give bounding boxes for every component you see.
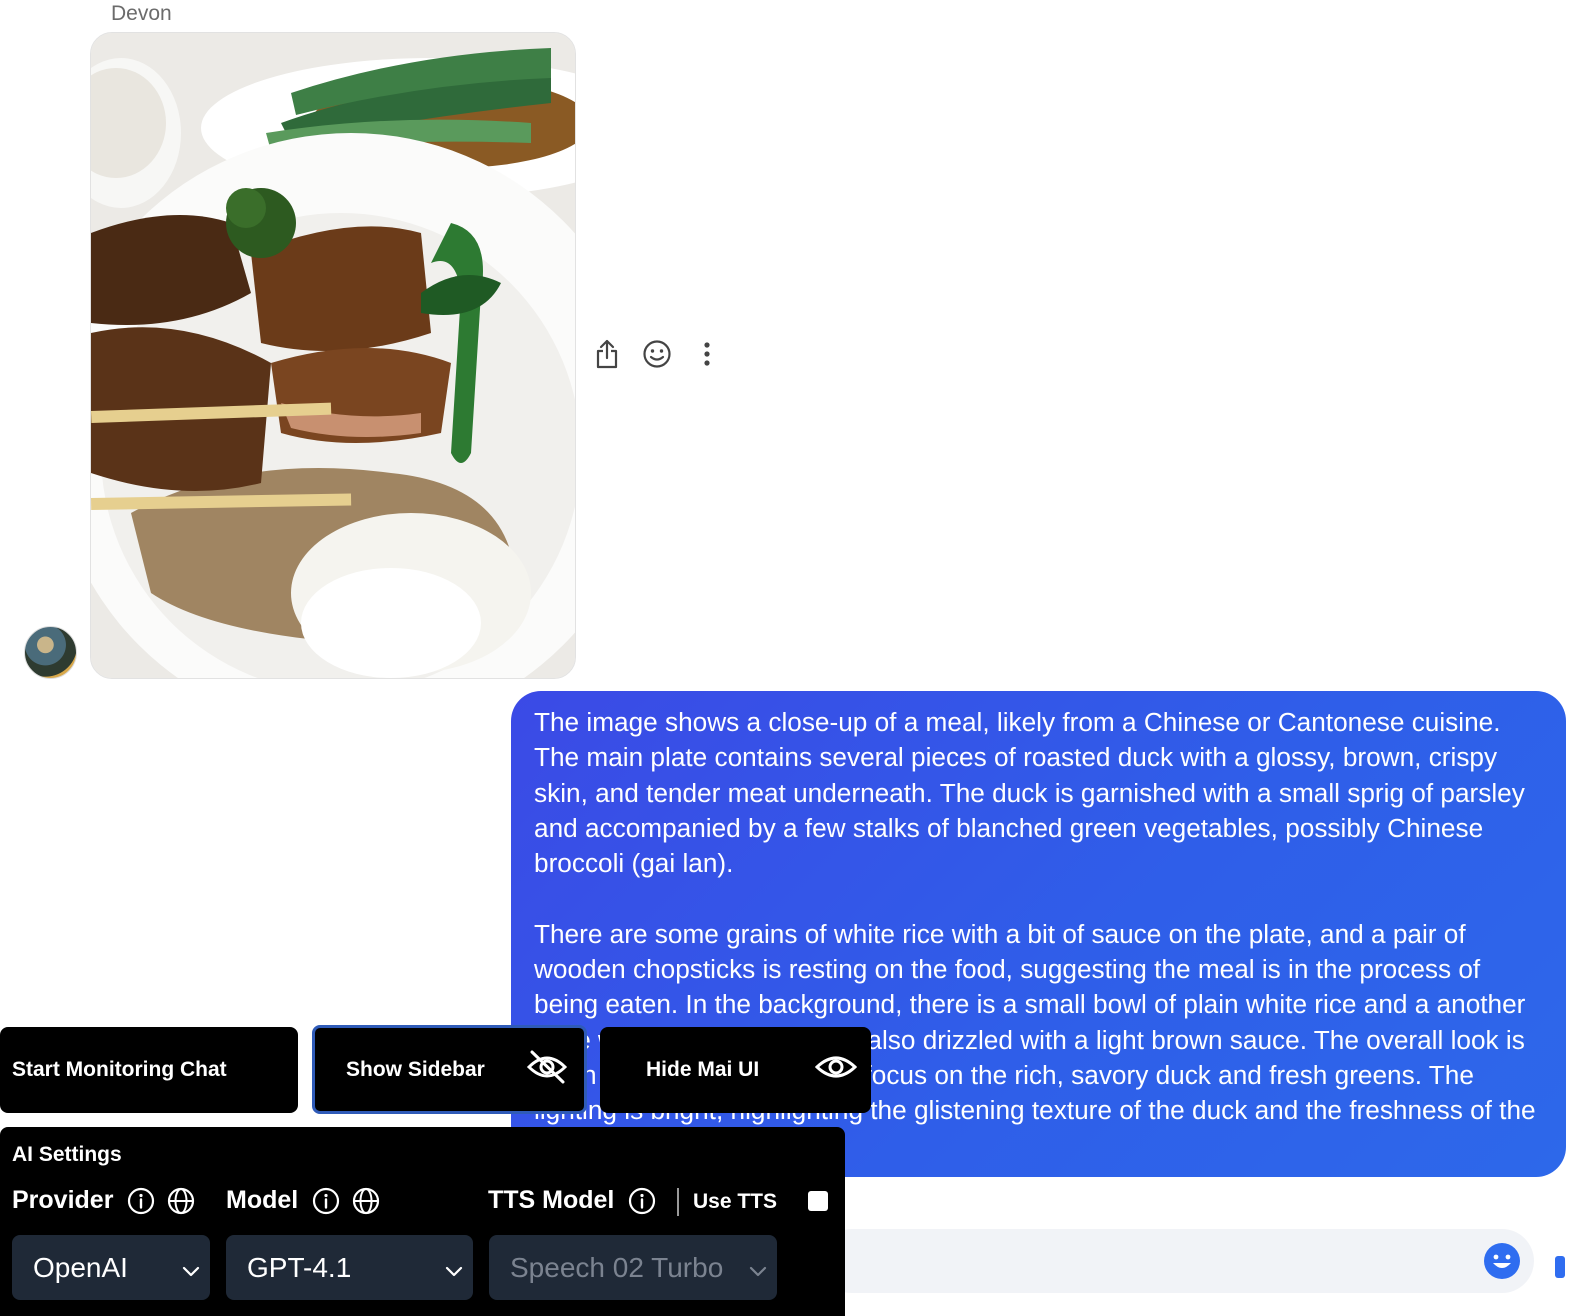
chevron-down-icon <box>443 1257 465 1289</box>
meal-photo-illustration <box>91 33 575 678</box>
model-value: GPT-4.1 <box>247 1251 352 1283</box>
sender-name: Devon <box>111 2 172 25</box>
provider-select[interactable]: OpenAI <box>12 1235 210 1300</box>
start-monitoring-button[interactable]: Start Monitoring Chat <box>0 1027 298 1113</box>
eye-off-icon <box>526 1049 568 1091</box>
model-label-group: Model <box>226 1186 380 1215</box>
shared-photo[interactable] <box>90 32 576 679</box>
send-button[interactable] <box>1555 1256 1565 1278</box>
show-sidebar-label: Show Sidebar <box>346 1057 485 1081</box>
emoji-react-icon[interactable] <box>642 336 672 372</box>
message-composer[interactable] <box>820 1229 1534 1293</box>
reply-paragraph: The image shows a close-up of a meal, li… <box>534 707 1525 879</box>
globe-icon[interactable] <box>167 1187 195 1215</box>
tts-model-label: TTS Model <box>488 1186 615 1214</box>
more-options-icon[interactable] <box>692 336 722 372</box>
tts-model-select[interactable]: Speech 02 Turbo <box>489 1235 777 1300</box>
hide-mai-ui-button[interactable]: Hide Mai UI <box>600 1027 871 1113</box>
chevron-down-icon <box>747 1257 769 1289</box>
provider-value: OpenAI <box>33 1251 128 1283</box>
use-tts-label: Use TTS <box>693 1190 778 1213</box>
start-monitoring-label: Start Monitoring Chat <box>12 1058 227 1081</box>
use-tts-checkbox[interactable] <box>808 1191 828 1211</box>
show-sidebar-button[interactable]: Show Sidebar <box>312 1025 587 1114</box>
tts-model-value: Speech 02 Turbo <box>510 1251 724 1283</box>
provider-label: Provider <box>12 1186 114 1214</box>
info-icon[interactable] <box>127 1187 155 1215</box>
share-icon[interactable] <box>592 336 622 372</box>
model-label: Model <box>226 1186 299 1214</box>
info-icon[interactable] <box>312 1187 340 1215</box>
chevron-down-icon <box>180 1257 202 1289</box>
tts-model-label-group: TTS Model <box>488 1186 656 1215</box>
info-icon[interactable] <box>628 1187 656 1215</box>
globe-icon[interactable] <box>352 1187 380 1215</box>
model-select[interactable]: GPT-4.1 <box>226 1235 473 1300</box>
emoji-picker-icon[interactable] <box>1483 1242 1521 1280</box>
eye-icon <box>814 1052 858 1088</box>
provider-label-group: Provider <box>12 1186 195 1215</box>
hide-mai-ui-label: Hide Mai UI <box>646 1058 760 1081</box>
divider <box>677 1188 679 1216</box>
message-actions <box>592 336 722 372</box>
sender-avatar[interactable] <box>24 626 77 679</box>
ai-settings-title: AI Settings <box>12 1143 122 1166</box>
